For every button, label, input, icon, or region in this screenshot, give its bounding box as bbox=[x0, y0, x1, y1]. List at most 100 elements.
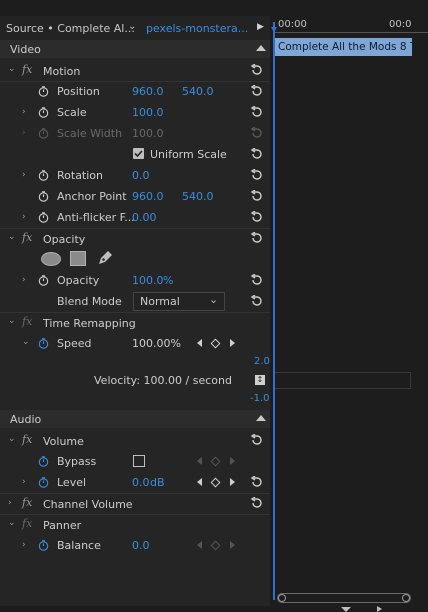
stopwatch-icon[interactable] bbox=[38, 212, 49, 223]
collapse-up-icon[interactable] bbox=[256, 45, 266, 51]
next-keyframe-icon[interactable] bbox=[230, 541, 235, 549]
fx-toggle-icon[interactable]: fx bbox=[22, 231, 32, 244]
speed-value[interactable]: 100.00% bbox=[132, 337, 181, 350]
audio-section-title: Audio bbox=[10, 413, 42, 426]
fx-toggle-icon[interactable]: fx bbox=[22, 63, 32, 76]
volume-effect-row[interactable]: ⌄ fx Volume bbox=[0, 430, 270, 451]
stopwatch-icon[interactable] bbox=[38, 170, 49, 181]
collapse-chevron-icon[interactable]: ⌄ bbox=[8, 518, 16, 528]
prev-keyframe-icon[interactable] bbox=[197, 457, 202, 465]
velocity-toggle-icon[interactable]: ↕ bbox=[255, 375, 265, 385]
stopwatch-icon[interactable] bbox=[38, 86, 49, 97]
stopwatch-icon[interactable] bbox=[38, 107, 49, 118]
scrollbar-right-handle[interactable] bbox=[402, 594, 410, 602]
balance-label: Balance bbox=[57, 539, 101, 552]
pen-mask-icon[interactable] bbox=[97, 250, 113, 266]
prev-keyframe-icon[interactable] bbox=[197, 339, 202, 347]
stopwatch-icon[interactable] bbox=[38, 477, 49, 488]
rectangle-mask-icon[interactable] bbox=[70, 251, 86, 266]
playhead-handle-icon[interactable] bbox=[271, 27, 277, 33]
reset-icon[interactable] bbox=[250, 148, 264, 160]
bottom-toolbar bbox=[0, 606, 428, 612]
scale-value[interactable]: 100.0 bbox=[132, 106, 164, 119]
effect-timeline[interactable] bbox=[273, 16, 428, 612]
position-y-value[interactable]: 540.0 bbox=[182, 85, 214, 98]
expand-chevron-icon[interactable]: › bbox=[22, 540, 26, 550]
stopwatch-icon[interactable] bbox=[38, 191, 49, 202]
motion-effect-row[interactable]: ⌄ fx Motion bbox=[0, 60, 270, 81]
add-keyframe-icon[interactable] bbox=[210, 477, 221, 488]
expand-chevron-icon[interactable]: › bbox=[22, 212, 26, 222]
volume-label: Volume bbox=[43, 435, 84, 448]
reset-icon[interactable] bbox=[250, 106, 264, 118]
reset-icon[interactable] bbox=[250, 274, 264, 286]
reset-icon[interactable] bbox=[250, 64, 264, 76]
prev-keyframe-icon[interactable] bbox=[197, 478, 202, 486]
opacity-unit: % bbox=[163, 274, 174, 287]
bypass-row: Bypass bbox=[0, 451, 270, 472]
next-keyframe-icon[interactable] bbox=[230, 457, 235, 465]
filter-icon[interactable] bbox=[341, 607, 351, 612]
expand-chevron-icon[interactable]: › bbox=[22, 477, 26, 487]
expand-chevron-icon[interactable]: › bbox=[22, 170, 26, 180]
next-keyframe-icon[interactable] bbox=[230, 339, 235, 347]
source-dropdown-chevron-icon[interactable]: ⌄ bbox=[128, 21, 136, 32]
time-remapping-effect-row[interactable]: ⌄ fx Time Remapping bbox=[0, 312, 270, 333]
fx-toggle-icon[interactable]: fx bbox=[22, 433, 32, 446]
add-keyframe-icon[interactable] bbox=[210, 456, 221, 467]
reset-icon[interactable] bbox=[250, 497, 264, 509]
add-keyframe-icon[interactable] bbox=[210, 540, 221, 551]
prev-keyframe-icon[interactable] bbox=[197, 541, 202, 549]
collapse-chevron-icon[interactable]: ⌄ bbox=[8, 64, 16, 74]
scrollbar-left-handle[interactable] bbox=[278, 594, 286, 602]
play-only-icon[interactable]: ▶ bbox=[257, 22, 264, 32]
channel-volume-effect-row[interactable]: › fx Channel Volume bbox=[0, 493, 270, 514]
reset-icon[interactable] bbox=[250, 211, 264, 223]
expand-chevron-icon[interactable]: › bbox=[8, 498, 12, 508]
add-keyframe-icon[interactable] bbox=[210, 338, 221, 349]
anchor-y-value[interactable]: 540.0 bbox=[182, 190, 214, 203]
rotation-value[interactable]: 0.0 bbox=[132, 169, 150, 182]
reset-icon[interactable] bbox=[250, 434, 264, 446]
stopwatch-icon[interactable] bbox=[38, 275, 49, 286]
scale-width-label: Scale Width bbox=[57, 127, 123, 140]
fx-toggle-icon[interactable]: fx bbox=[22, 496, 32, 509]
ellipse-mask-icon[interactable] bbox=[41, 252, 61, 266]
bypass-checkbox[interactable] bbox=[133, 455, 145, 467]
collapse-up-icon[interactable] bbox=[256, 415, 266, 421]
video-section-title: Video bbox=[10, 43, 41, 56]
opacity-effect-row[interactable]: ⌄ fx Opacity bbox=[0, 228, 270, 249]
reset-icon[interactable] bbox=[250, 476, 264, 488]
fx-toggle-icon: fx bbox=[22, 517, 33, 530]
reset-icon[interactable] bbox=[250, 190, 264, 202]
collapse-chevron-icon[interactable]: ⌄ bbox=[8, 434, 16, 444]
reset-icon[interactable] bbox=[250, 232, 264, 244]
collapse-chevron-icon[interactable]: ⌄ bbox=[22, 337, 30, 347]
anchor-x-value[interactable]: 960.0 bbox=[132, 190, 164, 203]
reset-icon[interactable] bbox=[250, 295, 264, 307]
clip-link[interactable]: pexels-monstera... bbox=[146, 22, 248, 35]
collapse-chevron-icon[interactable]: ⌄ bbox=[8, 232, 16, 242]
expand-chevron-icon[interactable]: › bbox=[22, 107, 26, 117]
stopwatch-icon[interactable] bbox=[38, 540, 49, 551]
zoom-scrollbar[interactable] bbox=[277, 593, 411, 603]
playhead[interactable] bbox=[273, 22, 275, 600]
stopwatch-icon[interactable] bbox=[38, 338, 49, 349]
reset-icon[interactable] bbox=[250, 85, 264, 97]
panner-effect-row[interactable]: ⌄ fx Panner bbox=[0, 514, 270, 535]
balance-value[interactable]: 0.0 bbox=[132, 539, 150, 552]
level-value[interactable]: 0.0 bbox=[132, 476, 150, 489]
anti-flicker-value[interactable]: 0.00 bbox=[132, 211, 157, 224]
uniform-scale-checkbox[interactable] bbox=[133, 148, 144, 159]
position-x-value[interactable]: 960.0 bbox=[132, 85, 164, 98]
play-audio-icon[interactable] bbox=[377, 606, 382, 612]
reset-icon[interactable] bbox=[250, 169, 264, 181]
opacity-value[interactable]: 100.0 bbox=[132, 274, 164, 287]
next-keyframe-icon[interactable] bbox=[230, 478, 235, 486]
blend-mode-select[interactable]: Normal ⌄ bbox=[133, 292, 225, 311]
clip-bar[interactable]: Complete All the Mods 8 T bbox=[274, 38, 412, 56]
collapse-chevron-icon[interactable]: ⌄ bbox=[8, 316, 16, 326]
expand-chevron-icon[interactable]: › bbox=[22, 275, 26, 285]
mask-tools-row bbox=[0, 249, 270, 270]
stopwatch-icon[interactable] bbox=[38, 456, 49, 467]
